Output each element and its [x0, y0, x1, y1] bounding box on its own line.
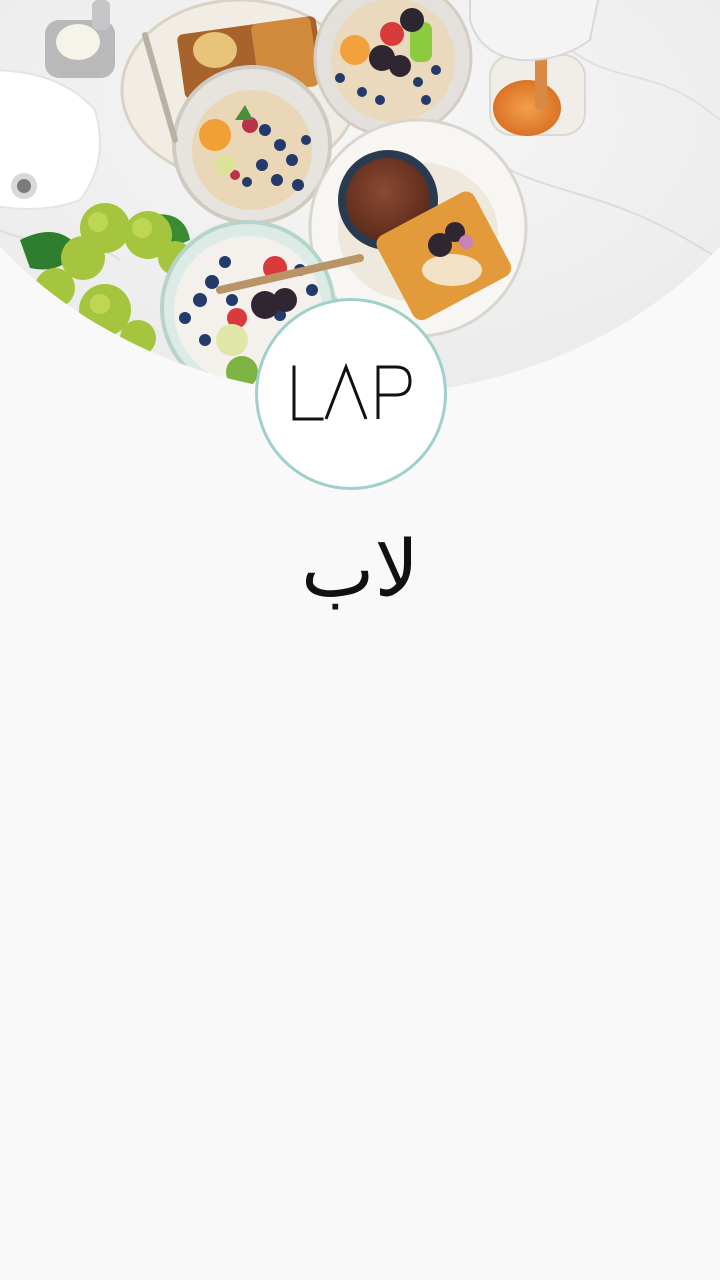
lap-logo-icon [292, 362, 412, 421]
fruit-bowl [313, 0, 473, 138]
logo-badge: LAP [255, 298, 447, 490]
splash-screen: LAP لاب [0, 0, 720, 1280]
brand-name: لاب [301, 525, 419, 615]
oatmeal-bowl [172, 65, 332, 225]
